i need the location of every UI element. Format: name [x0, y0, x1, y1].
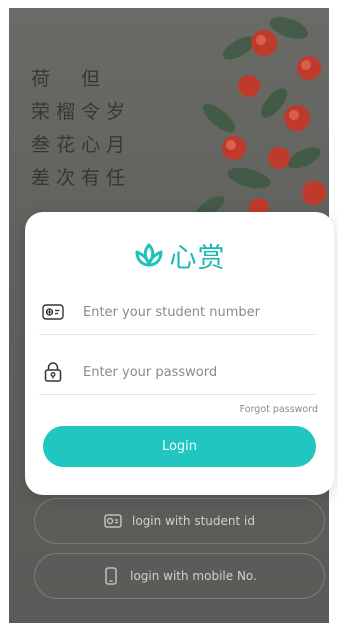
poem-line: 差次有任 [31, 167, 132, 189]
student-id-login-label: login with student id [132, 514, 255, 528]
brand-logo: 心赏 [25, 236, 334, 275]
login-modal: 心赏 Forgot password Login [25, 212, 334, 495]
lock-icon [41, 360, 65, 384]
login-with-mobile-button[interactable]: login with mobile No. [34, 553, 325, 599]
poem-line: 叁花心月 [31, 134, 132, 156]
flower-illustration [193, 17, 326, 220]
background-poem: 荷 但 荣榴令岁 叁花心月 差次有任 [31, 63, 181, 195]
login-with-student-id-button[interactable]: login with student id [34, 498, 325, 544]
mobile-phone-icon [102, 567, 120, 585]
student-number-input[interactable] [81, 303, 305, 321]
poem-line: 荣榴令岁 [31, 101, 132, 123]
forgot-password-link[interactable]: Forgot password [240, 404, 318, 415]
student-number-field [39, 290, 316, 335]
lotus-logo-icon [135, 242, 162, 266]
password-field [39, 350, 316, 395]
poem-line: 荷 但 [31, 68, 107, 90]
brand-name: 心赏 [169, 243, 226, 274]
id-card-icon [41, 300, 65, 324]
id-card-icon [104, 512, 122, 530]
login-button[interactable]: Login [43, 426, 316, 467]
password-input[interactable] [81, 363, 305, 381]
mobile-login-label: login with mobile No. [130, 569, 257, 583]
